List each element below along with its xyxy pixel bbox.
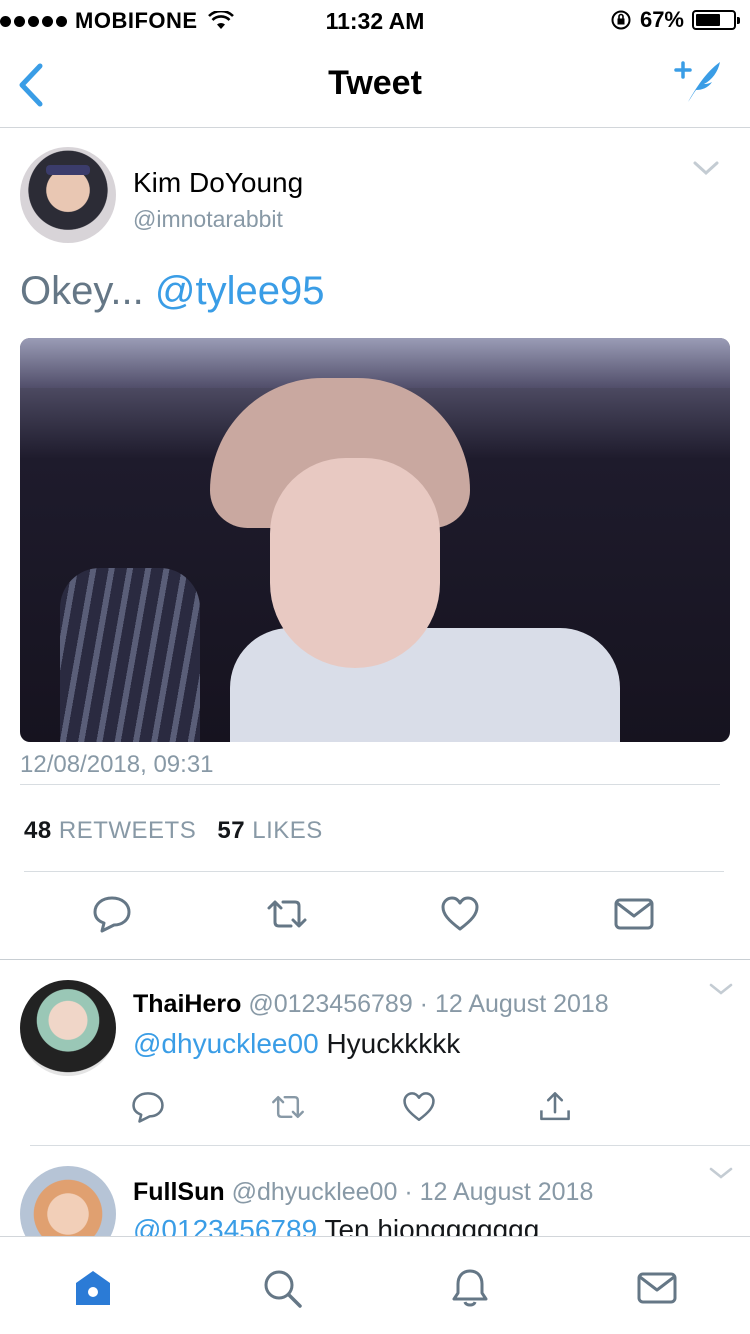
retweet-icon[interactable] — [270, 1090, 304, 1124]
chevron-down-icon[interactable] — [708, 982, 734, 996]
divider — [0, 959, 750, 960]
battery-icon — [692, 10, 740, 30]
battery-percent: 67% — [639, 7, 684, 32]
avatar[interactable] — [20, 147, 116, 243]
page-title: Tweet — [328, 64, 422, 102]
reply-author-name[interactable]: ThaiHero — [133, 990, 241, 1018]
author-handle[interactable]: @imnotarabbit — [133, 206, 283, 233]
tweet-photo[interactable] — [20, 338, 730, 742]
compose-tweet-icon[interactable] — [674, 58, 724, 104]
retweet-icon[interactable] — [265, 894, 307, 934]
reply-meta: @dhyucklee00 · 12 August 2018 — [231, 1178, 594, 1206]
chevron-down-icon[interactable] — [708, 1166, 734, 1180]
tweet-text: Okey... @tylee95 — [20, 269, 324, 314]
like-heart-icon[interactable] — [440, 894, 480, 934]
retweets-label[interactable]: RETWEETS — [59, 817, 196, 844]
tweet-stats: 48 RETWEETS 57 LIKES — [24, 817, 323, 845]
reply-icon[interactable] — [131, 1090, 165, 1124]
reply-body: Hyuckkkkk — [326, 1028, 461, 1059]
tab-bar — [0, 1236, 750, 1334]
status-bar: MOBIFONE 11:32 AM 67% — [0, 0, 750, 40]
share-icon[interactable] — [538, 1090, 572, 1124]
avatar[interactable] — [20, 980, 116, 1076]
orientation-lock-icon — [610, 9, 632, 31]
notifications-icon[interactable] — [449, 1267, 491, 1309]
navigation-bar: Tweet — [0, 40, 750, 128]
divider — [30, 1145, 750, 1146]
like-heart-icon[interactable] — [402, 1090, 436, 1124]
tweet-timestamp: 12/08/2018, 09:31 — [20, 751, 214, 778]
divider — [24, 871, 724, 872]
likes-label[interactable]: LIKES — [252, 817, 323, 844]
reply-header: ThaiHero @0123456789 · 12 August 2018 — [133, 990, 609, 1019]
chevron-down-icon[interactable] — [692, 159, 720, 177]
reply-meta: @0123456789 · 12 August 2018 — [248, 990, 609, 1018]
reply-author-name[interactable]: FullSun — [133, 1178, 225, 1206]
reply-text: @dhyucklee00 Hyuckkkkk — [133, 1028, 460, 1060]
home-icon[interactable] — [72, 1267, 114, 1309]
reply-icon[interactable] — [92, 894, 132, 934]
reply-header: FullSun @dhyucklee00 · 12 August 2018 — [133, 1178, 593, 1207]
mention-link[interactable]: @tylee95 — [155, 269, 325, 313]
search-icon[interactable] — [261, 1267, 303, 1309]
direct-message-icon[interactable] — [613, 894, 654, 934]
likes-count[interactable]: 57 — [217, 817, 245, 844]
reply-actions — [0, 1090, 750, 1130]
tweet-actions — [0, 894, 750, 954]
mention-link[interactable]: @dhyucklee00 — [133, 1028, 319, 1059]
messages-icon[interactable] — [636, 1267, 678, 1309]
author-name[interactable]: Kim DoYoung — [133, 167, 303, 199]
divider — [20, 784, 720, 785]
retweets-count[interactable]: 48 — [24, 817, 52, 844]
tweet-body: Okey... — [20, 269, 144, 313]
